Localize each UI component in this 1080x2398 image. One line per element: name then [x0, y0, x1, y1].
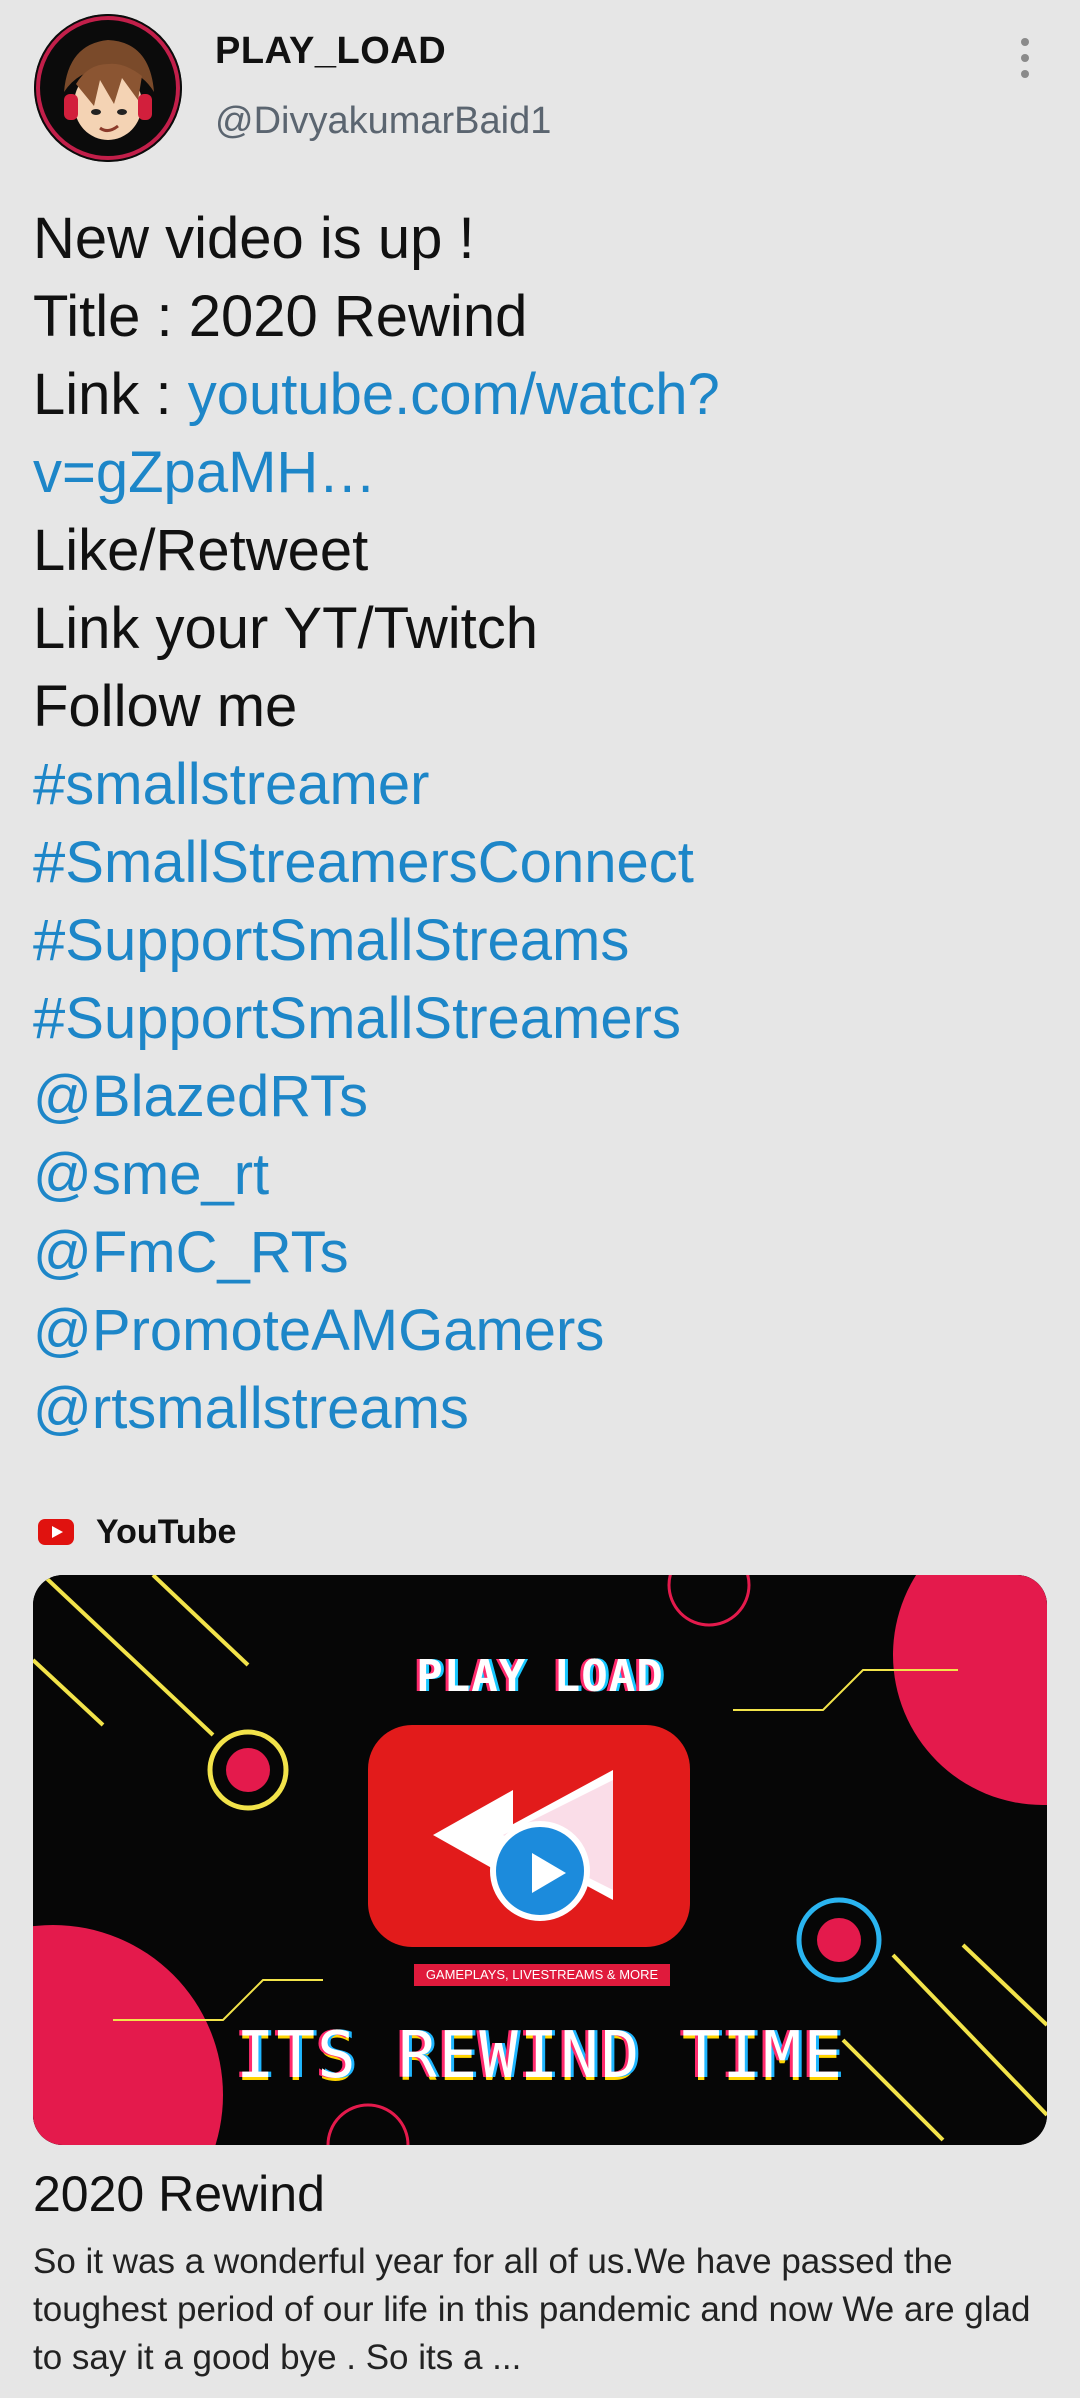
- hashtag: #smallstreamer: [33, 746, 1043, 824]
- tweet-line: Follow me: [33, 674, 298, 739]
- play-icon[interactable]: [490, 1821, 590, 1921]
- hashtag: #SupportSmallStreams: [33, 902, 1043, 980]
- link-prefix: Link :: [33, 362, 188, 427]
- mention-link[interactable]: @FmC_RTs: [33, 1220, 349, 1285]
- video-link-continuation[interactable]: v=gZpaMH…: [33, 440, 376, 505]
- hashtag-link[interactable]: #SupportSmallStreams: [33, 908, 629, 973]
- tweet-line: Link your YT/Twitch: [33, 596, 539, 661]
- mention-link[interactable]: @rtsmallstreams: [33, 1376, 469, 1441]
- card-source[interactable]: YouTube: [38, 1508, 236, 1556]
- avatar[interactable]: [34, 14, 182, 162]
- card-description: So it was a wonderful year for all of us…: [33, 2242, 1031, 2377]
- card-title[interactable]: 2020 Rewind: [33, 2165, 325, 2223]
- tweet-line: Like/Retweet: [33, 518, 369, 583]
- thumbnail-title: PLAY LOAD: [416, 1651, 664, 1702]
- mention: @BlazedRTs: [33, 1058, 1043, 1136]
- mention-link[interactable]: @BlazedRTs: [33, 1064, 368, 1129]
- thumbnail-banner: GAMEPLAYS, LIVESTREAMS & MORE: [414, 1964, 670, 1986]
- mention: @PromoteAMGamers: [33, 1292, 1043, 1370]
- mention: @rtsmallstreams: [33, 1370, 1043, 1448]
- mention: @sme_rt: [33, 1136, 1043, 1214]
- hashtag-link[interactable]: #smallstreamer: [33, 752, 429, 817]
- mention: @FmC_RTs: [33, 1214, 1043, 1292]
- hashtag: #SmallStreamersConnect: [33, 824, 1043, 902]
- youtube-icon: [38, 1519, 74, 1545]
- tweet-line: Title : 2020 Rewind: [33, 284, 528, 349]
- tweet-line: New video is up !: [33, 206, 475, 271]
- thumbnail-headline: ITS REWIND TIME: [236, 2019, 844, 2093]
- tweet-line: v=gZpaMH…: [33, 434, 1043, 512]
- mention-link[interactable]: @PromoteAMGamers: [33, 1298, 604, 1363]
- tweet-line: Link : youtube.com/watch?: [33, 356, 1043, 434]
- tweet-text: New video is up ! Title : 2020 Rewind Li…: [33, 200, 1043, 1448]
- hashtag-link[interactable]: #SupportSmallStreamers: [33, 986, 681, 1051]
- display-name[interactable]: PLAY_LOAD: [215, 30, 446, 73]
- hashtag: #SupportSmallStreamers: [33, 980, 1043, 1058]
- video-thumbnail[interactable]: PLAY LOAD GAMEPLAYS, LIVESTREAMS & MORE …: [33, 1575, 1047, 2145]
- more-vertical-icon[interactable]: [1005, 34, 1045, 82]
- avatar-image: [34, 14, 182, 162]
- hashtag-link[interactable]: #SmallStreamersConnect: [33, 830, 694, 895]
- video-link[interactable]: youtube.com/watch?: [188, 362, 720, 427]
- tweet-detail: PLAY_LOAD @DivyakumarBaid1 New video is …: [0, 0, 1080, 2398]
- user-handle[interactable]: @DivyakumarBaid1: [215, 100, 551, 143]
- mention-link[interactable]: @sme_rt: [33, 1142, 269, 1207]
- card-source-label: YouTube: [96, 1512, 237, 1551]
